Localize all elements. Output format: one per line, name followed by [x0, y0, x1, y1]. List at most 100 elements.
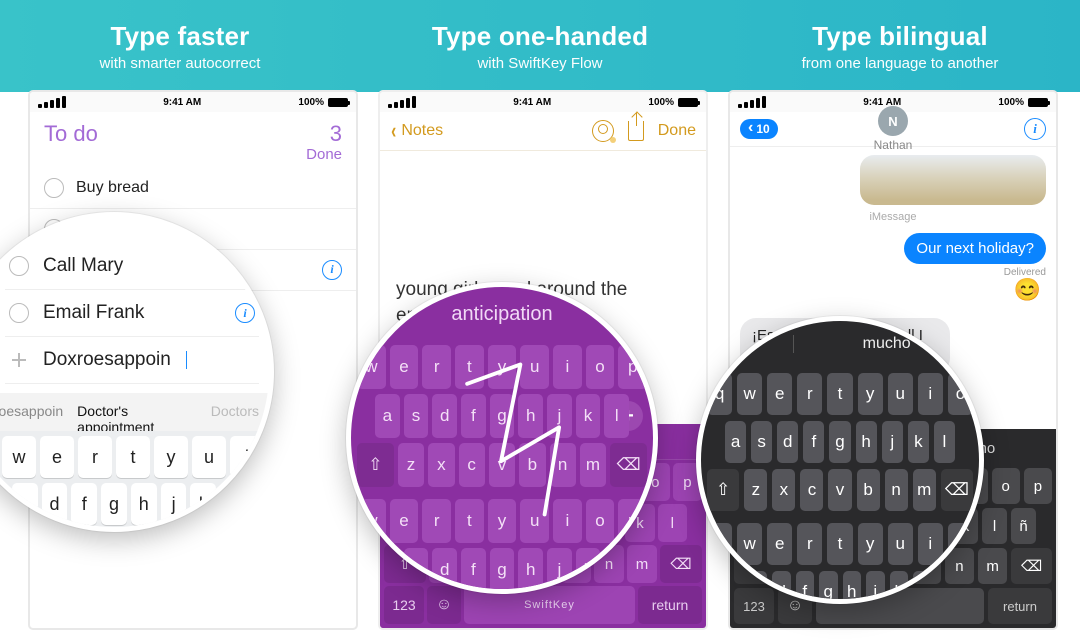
key-k[interactable]: k — [908, 421, 929, 463]
key-f[interactable]: f — [71, 483, 97, 525]
key-c[interactable]: c — [800, 469, 823, 511]
key-w[interactable]: w — [737, 373, 762, 415]
sent-message[interactable]: Our next holiday? — [904, 233, 1046, 264]
key-o[interactable]: o — [586, 345, 615, 389]
key-a[interactable]: a — [375, 394, 400, 438]
key-i[interactable]: i — [553, 345, 582, 389]
key-u[interactable]: u — [520, 345, 549, 389]
notes-back-button[interactable]: ‹Notes — [390, 120, 443, 142]
key-o[interactable]: o — [948, 523, 973, 565]
reminder-item[interactable]: Call Mary — [5, 243, 259, 290]
reminder-item[interactable]: Buy bread — [30, 168, 356, 208]
key-t[interactable]: t — [116, 436, 150, 478]
add-collaborator-icon[interactable] — [592, 120, 614, 142]
key-j[interactable]: j — [882, 421, 903, 463]
reminder-item[interactable]: Email Franki — [5, 290, 259, 337]
key-l[interactable]: l — [604, 394, 629, 438]
key-s[interactable]: s — [404, 548, 429, 592]
key-emoji[interactable]: ☺ — [427, 586, 461, 624]
key-r[interactable]: r — [797, 523, 822, 565]
key-o[interactable]: o — [992, 468, 1020, 504]
key-return[interactable]: return — [638, 586, 702, 624]
key-z[interactable]: z — [398, 443, 424, 487]
key-g[interactable]: g — [829, 421, 850, 463]
notes-done-button[interactable]: Done — [658, 122, 696, 140]
key-v[interactable]: v — [489, 443, 515, 487]
key-r[interactable]: r — [422, 345, 451, 389]
key-s[interactable]: s — [12, 483, 38, 525]
key-h[interactable]: h — [518, 394, 543, 438]
back-badge[interactable]: 10 — [740, 119, 778, 139]
image-attachment[interactable] — [860, 155, 1046, 205]
key-i[interactable]: i — [918, 523, 943, 565]
key-l[interactable]: l — [934, 421, 955, 463]
key-p[interactable]: p — [618, 345, 647, 389]
key-t[interactable]: t — [455, 345, 484, 389]
key-numbers[interactable]: 123 — [384, 586, 424, 624]
key-f[interactable]: f — [461, 394, 486, 438]
key-t[interactable]: t — [827, 523, 852, 565]
info-icon[interactable]: i — [1024, 118, 1046, 140]
key-g[interactable]: g — [490, 548, 515, 592]
key-r[interactable]: r — [422, 499, 451, 543]
suggestion-bar[interactable]: anticipation — [351, 303, 653, 326]
key-u[interactable]: u — [888, 373, 913, 415]
keyboard-light[interactable]: qwertyui asdfghjkl ⇧zxcvbnm⌫ 123 ☺ Swift… — [0, 431, 269, 527]
key-a[interactable]: a — [725, 421, 746, 463]
key-d[interactable]: d — [777, 421, 798, 463]
key-o[interactable]: o — [586, 499, 615, 543]
key-e[interactable]: e — [767, 373, 792, 415]
key-b[interactable]: b — [857, 469, 880, 511]
key-v[interactable]: v — [828, 469, 851, 511]
key-y[interactable]: y — [858, 523, 883, 565]
key-k[interactable]: k — [190, 483, 216, 525]
info-icon[interactable]: i — [235, 303, 255, 323]
key-f[interactable]: f — [803, 421, 824, 463]
key-m[interactable]: m — [978, 548, 1007, 584]
key-x[interactable]: x — [772, 469, 795, 511]
key-l[interactable]: l — [220, 483, 246, 525]
reminders-done-button[interactable]: Done — [306, 146, 342, 163]
key-b[interactable]: b — [519, 443, 545, 487]
radio-icon[interactable] — [44, 178, 64, 198]
key-backspace[interactable]: ⌫ — [1011, 548, 1052, 584]
key-shift[interactable]: ⇧ — [707, 469, 739, 511]
key-d[interactable]: d — [432, 548, 457, 592]
key-g[interactable]: g — [490, 394, 515, 438]
key-y[interactable]: y — [858, 373, 883, 415]
key-d[interactable]: d — [42, 483, 68, 525]
key-z[interactable]: z — [744, 469, 767, 511]
key-j[interactable]: j — [547, 394, 572, 438]
key-n[interactable]: n — [885, 469, 908, 511]
key-w[interactable]: w — [2, 436, 36, 478]
plus-icon[interactable] — [9, 350, 29, 370]
key-l[interactable]: l — [982, 508, 1007, 544]
key-j[interactable]: j — [547, 548, 572, 592]
key-a[interactable]: a — [0, 483, 8, 525]
contact-header[interactable]: NNathan — [730, 106, 1056, 152]
key-g[interactable]: g — [819, 571, 838, 604]
key-backspace[interactable]: ⌫ — [660, 545, 702, 583]
key-r[interactable]: r — [78, 436, 112, 478]
key-l[interactable]: l — [658, 504, 687, 542]
key-shift[interactable]: ⇧ — [357, 443, 394, 487]
key-q[interactable]: q — [707, 373, 732, 415]
key-y[interactable]: y — [488, 499, 517, 543]
key-h[interactable]: h — [518, 548, 543, 592]
key-e[interactable]: e — [390, 345, 419, 389]
key-backspace[interactable]: ⌫ — [610, 443, 647, 487]
key-x[interactable]: x — [428, 443, 454, 487]
reminder-new-input[interactable]: Doxroesappoin — [5, 337, 259, 384]
key-y[interactable]: y — [488, 345, 517, 389]
share-icon[interactable] — [628, 121, 644, 141]
key-m[interactable]: m — [913, 469, 936, 511]
key-h[interactable]: h — [856, 421, 877, 463]
key-h[interactable]: h — [131, 483, 157, 525]
key-o[interactable]: o — [948, 373, 973, 415]
key-h[interactable]: h — [843, 571, 862, 604]
key-t[interactable]: t — [827, 373, 852, 415]
key-i[interactable]: i — [918, 373, 943, 415]
key-m[interactable]: m — [580, 443, 606, 487]
key-w[interactable]: w — [357, 499, 386, 543]
key-y[interactable]: y — [154, 436, 188, 478]
